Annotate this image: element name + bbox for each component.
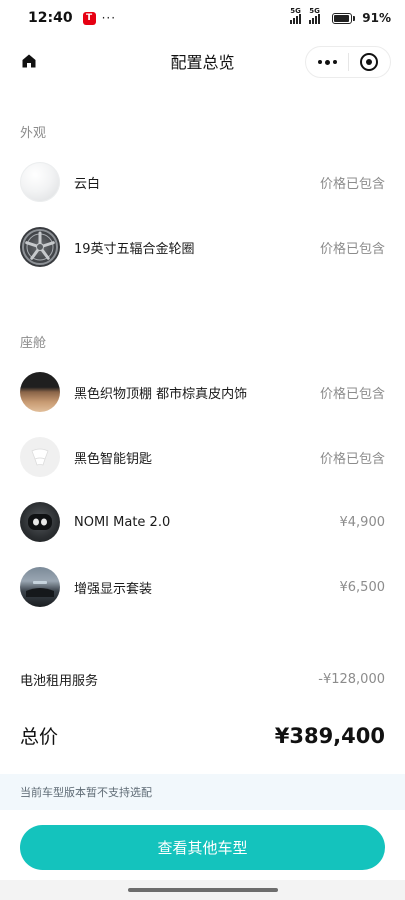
view-other-models-button[interactable]: 查看其他车型 bbox=[20, 825, 385, 870]
item-price: ¥6,500 bbox=[339, 579, 386, 595]
hud-display-icon bbox=[20, 567, 60, 607]
item-label: 黑色智能钥匙 bbox=[74, 451, 153, 467]
config-item-hud: 增强显示套装 ¥6,500 bbox=[20, 567, 385, 607]
status-time: 12:40 bbox=[28, 10, 73, 26]
total-price-row: 总价 ¥389,400 bbox=[20, 722, 385, 749]
config-item-key: 黑色智能钥匙 价格已包含 bbox=[20, 437, 385, 477]
config-item-interior: 黑色织物顶棚 都市棕真皮内饰 价格已包含 bbox=[20, 372, 385, 412]
battery-percent: 91% bbox=[362, 11, 391, 25]
item-label: 增强显示套装 bbox=[74, 581, 153, 597]
battery-rental-row: 电池租用服务 -¥128,000 bbox=[20, 670, 385, 689]
item-label: 黑色织物顶棚 都市棕真皮内饰 bbox=[74, 386, 248, 402]
item-price: 价格已包含 bbox=[319, 386, 385, 402]
item-price: 价格已包含 bbox=[319, 241, 385, 257]
app-notification-icon: T bbox=[82, 11, 96, 25]
item-label: 云白 bbox=[74, 176, 101, 192]
mini-program-capsule bbox=[305, 46, 391, 78]
nav-bar: 配置总览 bbox=[0, 40, 405, 82]
section-exterior-label: 外观 bbox=[20, 126, 47, 141]
item-price: ¥4,900 bbox=[339, 514, 386, 530]
interior-swatch-icon bbox=[20, 372, 60, 412]
battery-rental-value: -¥128,000 bbox=[318, 672, 385, 687]
white-paint-swatch-icon bbox=[20, 162, 60, 202]
nomi-robot-icon bbox=[20, 502, 60, 542]
config-item-nomi: NOMI Mate 2.0 ¥4,900 bbox=[20, 502, 385, 542]
more-notifications-icon: ··· bbox=[101, 11, 117, 25]
close-mini-program-button[interactable] bbox=[349, 53, 390, 71]
battery-rental-label: 电池租用服务 bbox=[20, 674, 99, 689]
item-label: NOMI Mate 2.0 bbox=[74, 514, 171, 530]
wheel-rim-icon bbox=[20, 227, 60, 267]
smart-key-icon bbox=[20, 437, 60, 477]
status-indicators: 5G 5G 91% bbox=[290, 7, 391, 25]
battery-icon bbox=[332, 12, 356, 24]
item-price: 价格已包含 bbox=[319, 176, 385, 192]
total-value: ¥389,400 bbox=[274, 723, 385, 748]
page-title: 配置总览 bbox=[170, 53, 235, 72]
unsupported-options-notice: 当前车型版本暂不支持选配 bbox=[0, 774, 405, 810]
signal-icon: 5G bbox=[290, 7, 305, 24]
total-label: 总价 bbox=[20, 726, 59, 748]
status-bar: 12:40 T ··· 5G 5G 91% bbox=[0, 0, 405, 36]
home-indicator[interactable] bbox=[128, 888, 278, 892]
section-cabin-label: 座舱 bbox=[20, 336, 47, 351]
signal-icon-2: 5G bbox=[309, 7, 324, 24]
close-target-icon bbox=[360, 53, 379, 71]
home-icon[interactable] bbox=[20, 52, 38, 70]
config-item-wheels: 19英寸五辐合金轮圈 价格已包含 bbox=[20, 227, 385, 267]
item-price: 价格已包含 bbox=[319, 451, 385, 467]
config-item-paint: 云白 价格已包含 bbox=[20, 162, 385, 202]
more-options-button[interactable] bbox=[306, 59, 348, 65]
item-label: 19英寸五辐合金轮圈 bbox=[74, 241, 195, 257]
